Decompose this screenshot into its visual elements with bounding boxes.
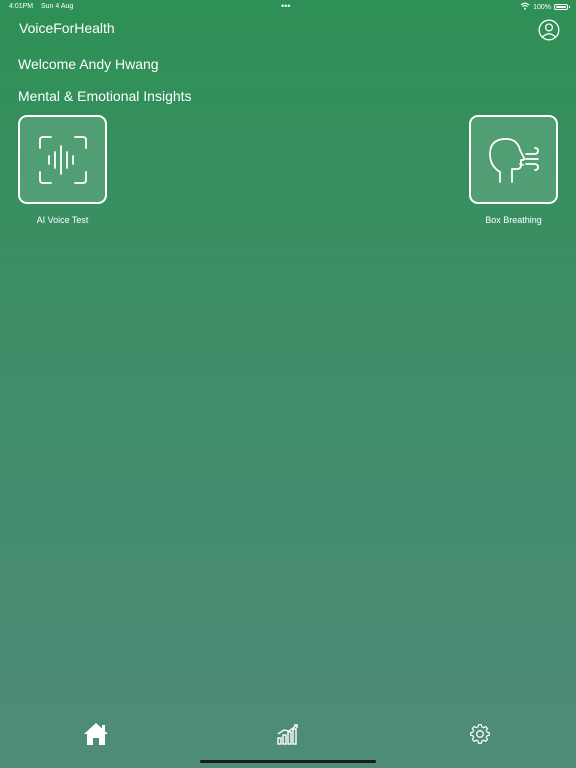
box-breathing-button[interactable] [469, 115, 558, 204]
wifi-icon [520, 2, 530, 12]
battery-fill [556, 6, 566, 8]
ai-voice-test-button[interactable] [18, 115, 107, 204]
status-date: Sun 4 Aug [41, 3, 74, 10]
welcome-text: Welcome Andy Hwang [18, 56, 159, 72]
status-time: 4:01PM [9, 3, 34, 10]
battery-percent: 100% [533, 3, 551, 11]
section-title: Mental & Emotional Insights [18, 88, 192, 104]
user-circle-icon [538, 19, 560, 41]
box-breathing-tile[interactable]: Box Breathing [469, 115, 558, 225]
tab-stats[interactable] [274, 720, 302, 748]
profile-button[interactable] [538, 19, 560, 41]
app-title: VoiceForHealth [19, 20, 115, 36]
ai-voice-test-tile[interactable]: AI Voice Test [18, 115, 107, 225]
status-bar: 4:01PM Sun 4 Aug ••• 100% [0, 0, 576, 14]
chart-icon [277, 724, 298, 745]
home-indicator[interactable] [200, 760, 376, 763]
ai-voice-test-label: AI Voice Test [36, 215, 89, 225]
box-breathing-label: Box Breathing [485, 215, 542, 225]
tab-settings[interactable] [466, 720, 494, 748]
tab-home[interactable] [82, 720, 110, 748]
home-icon [84, 723, 108, 745]
voice-scan-icon [38, 135, 87, 184]
battery-icon [554, 4, 570, 10]
status-right: 100% [520, 2, 570, 12]
breathing-head-icon [488, 137, 539, 183]
multitasking-dots[interactable]: ••• [281, 1, 290, 11]
gear-icon [470, 724, 490, 744]
